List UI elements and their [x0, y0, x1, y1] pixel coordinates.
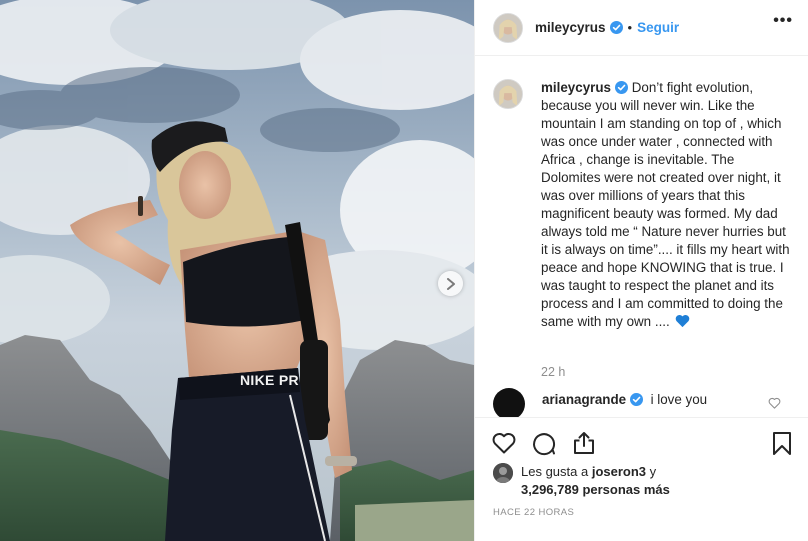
post-header: mileycyrus • Seguir ••• [475, 0, 808, 56]
verified-badge-icon [609, 21, 623, 34]
separator-dot: • [627, 20, 633, 35]
post-side-panel: mileycyrus • Seguir ••• mileycyrus Don’t… [474, 0, 808, 541]
comments-section: mileycyrus Don’t fight evolution, becaus… [475, 57, 808, 417]
author-username[interactable]: mileycyrus [535, 20, 606, 35]
caption-timestamp[interactable]: 22 h [541, 365, 565, 379]
caption-author-avatar[interactable] [493, 79, 523, 109]
liker-username[interactable]: joseron3 [592, 464, 646, 479]
follow-button[interactable]: Seguir [637, 20, 679, 35]
liker-avatar[interactable] [493, 463, 513, 483]
author-avatar[interactable] [493, 12, 523, 43]
bookmark-icon[interactable] [769, 430, 795, 456]
chevron-right-icon [446, 277, 455, 290]
post-media: NIKE PR [0, 0, 474, 541]
likes-summary: Les gusta a joseron3 y 3,296,789 personas… [493, 463, 670, 499]
next-photo-button[interactable] [438, 271, 463, 296]
likes-text: Les gusta a joseron3 y 3,296,789 personas… [521, 463, 670, 499]
likes-conjunction: y [646, 464, 657, 479]
post-photo [0, 0, 474, 541]
more-options-icon[interactable]: ••• [773, 12, 793, 30]
caption: mileycyrus Don’t fight evolution, becaus… [493, 79, 793, 331]
verified-badge-icon [630, 393, 644, 406]
share-icon[interactable] [571, 430, 597, 456]
blue-heart-emoji [676, 314, 690, 328]
heart-icon[interactable] [491, 430, 517, 456]
caption-author-username[interactable]: mileycyrus [541, 80, 611, 95]
caption-body: Don’t fight evolution, because you will … [541, 80, 790, 329]
action-bar [491, 430, 791, 456]
post-timestamp[interactable]: HACE 22 HORAS [493, 507, 574, 518]
comment-like-heart-icon[interactable] [768, 397, 781, 409]
commenter-avatar[interactable] [493, 388, 525, 417]
comment-item: arianagrande i love you [493, 388, 707, 417]
comment-text: arianagrande i love you [542, 392, 707, 407]
comment-body: i love you [650, 392, 708, 407]
shorts-logo-text: NIKE PR [240, 372, 299, 388]
post-actions: Les gusta a joseron3 y 3,296,789 personas… [475, 417, 808, 541]
likes-count[interactable]: 3,296,789 personas más [521, 482, 670, 497]
comment-icon[interactable] [531, 430, 557, 456]
caption-text: mileycyrus Don’t fight evolution, becaus… [541, 79, 793, 331]
verified-badge-icon [614, 81, 628, 94]
commenter-username[interactable]: arianagrande [542, 392, 626, 407]
likes-prefix: Les gusta a [521, 464, 592, 479]
